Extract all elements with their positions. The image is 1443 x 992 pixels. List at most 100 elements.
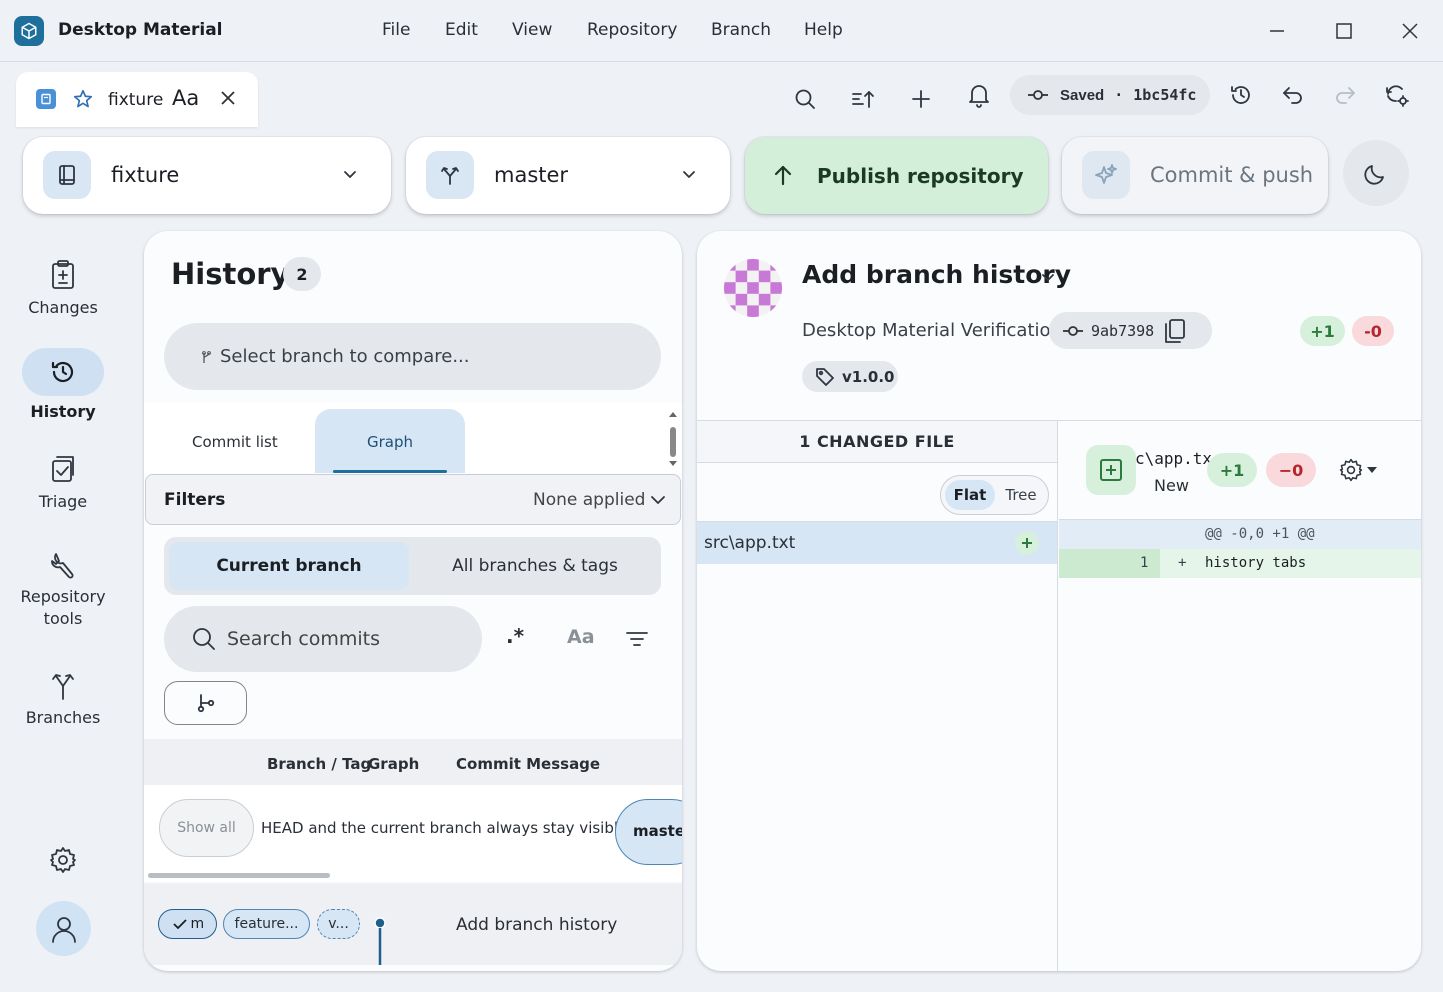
close-tab-icon[interactable] xyxy=(220,90,236,106)
nav-branches-label: Branches xyxy=(25,708,101,727)
app-title: Desktop Material xyxy=(58,20,223,40)
visibility-note: HEAD and the current branch always stay … xyxy=(261,819,633,837)
menu-file[interactable]: File xyxy=(382,20,410,40)
search-icon[interactable] xyxy=(788,82,822,116)
column-commit-message[interactable]: Commit Message xyxy=(456,755,600,773)
branch-selector[interactable]: master xyxy=(406,137,730,214)
nav-repository-tools-label: Repository tools xyxy=(0,586,126,630)
branch-name: master xyxy=(494,163,569,187)
commit-row[interactable]: m feature... v... Add branch history xyxy=(144,883,682,965)
copy-icon[interactable] xyxy=(1162,317,1188,345)
repository-tab[interactable]: fixture Aa xyxy=(16,72,258,127)
publish-label: Publish repository xyxy=(817,164,1024,188)
filter-lines-icon[interactable] xyxy=(625,629,649,649)
title-bar: Desktop Material File Edit View Reposito… xyxy=(0,0,1443,62)
repository-selector[interactable]: fixture xyxy=(23,137,391,214)
nav-history[interactable]: History xyxy=(0,348,126,421)
all-branches-option[interactable]: All branches & tags xyxy=(414,542,656,590)
view-mode-toggle: Flat Tree xyxy=(940,475,1049,515)
menu-branch[interactable]: Branch xyxy=(711,20,771,40)
publish-repository-button[interactable]: Publish repository xyxy=(745,137,1048,214)
ref-chip-tag[interactable]: v... xyxy=(317,909,360,939)
undo-icon[interactable] xyxy=(1276,78,1310,112)
column-branch-tag[interactable]: Branch / Tag xyxy=(267,755,371,773)
app-logo-icon xyxy=(14,16,44,46)
removed-count-badge: -0 xyxy=(1352,316,1394,346)
close-window-button[interactable] xyxy=(1397,18,1423,44)
notifications-bell-icon[interactable] xyxy=(962,78,996,112)
tab-commit-list[interactable]: Commit list xyxy=(192,433,278,451)
sort-upload-icon[interactable] xyxy=(846,82,880,116)
flat-view-option[interactable]: Flat xyxy=(945,480,995,510)
history-clock-icon[interactable] xyxy=(1224,78,1258,112)
account-avatar[interactable] xyxy=(36,901,91,956)
menu-repository[interactable]: Repository xyxy=(587,20,677,40)
case-sensitive-icon[interactable]: Aa xyxy=(172,86,199,110)
gear-icon xyxy=(1339,458,1363,482)
nav-triage[interactable]: Triage xyxy=(0,452,126,511)
menu-view[interactable]: View xyxy=(512,20,552,40)
tabs-scrollbar[interactable] xyxy=(668,409,678,469)
caret-down-icon xyxy=(1367,467,1377,473)
diff-added-badge: +1 xyxy=(1207,453,1257,487)
search-commits-input[interactable]: Search commits xyxy=(164,606,482,672)
graph-node xyxy=(374,917,386,965)
column-graph[interactable]: Graph xyxy=(368,755,419,773)
dark-mode-toggle[interactable] xyxy=(1343,140,1409,206)
menu-help[interactable]: Help xyxy=(804,20,843,40)
added-count-badge: +1 xyxy=(1300,316,1345,346)
commit-sha-pill[interactable]: 9ab7398 xyxy=(1049,312,1212,349)
regex-toggle-icon[interactable]: .* xyxy=(506,624,524,648)
commit-table-header: Branch / Tag Graph Commit Message xyxy=(144,739,682,785)
menu-edit[interactable]: Edit xyxy=(445,20,478,40)
diff-settings-button[interactable] xyxy=(1338,457,1378,483)
tab-graph[interactable]: Graph xyxy=(315,409,465,473)
maximize-button[interactable] xyxy=(1331,18,1357,44)
graph-mode-button[interactable] xyxy=(164,681,247,725)
search-icon xyxy=(193,628,215,650)
nav-repository-tools-line2: tools xyxy=(43,609,83,628)
chevron-down-icon xyxy=(650,492,666,508)
history-settings-icon[interactable] xyxy=(1380,78,1414,112)
ref-chip-feature[interactable]: feature... xyxy=(223,909,310,939)
arrow-up-icon xyxy=(771,163,795,187)
tag-label: v1.0.0 xyxy=(842,367,895,386)
match-case-icon[interactable]: Aa xyxy=(567,626,595,648)
filters-label: Filters xyxy=(164,490,226,510)
current-branch-option[interactable]: Current branch xyxy=(169,542,409,590)
add-icon[interactable] xyxy=(904,82,938,116)
diff-hunk-header: @@ -0,0 +1 @@ xyxy=(1059,520,1421,549)
filters-value: None applied xyxy=(533,490,646,510)
ref-chip-current-label: m xyxy=(190,916,203,932)
file-list-item[interactable]: src\app.txt xyxy=(697,522,1057,564)
wrench-icon xyxy=(0,550,126,582)
commit-icon xyxy=(1028,90,1048,100)
commit-title-chevron-icon[interactable] xyxy=(1040,269,1056,285)
git-branch-icon xyxy=(197,694,214,713)
diff-file-name: c\app.tx xyxy=(1135,449,1213,468)
nav-repository-tools[interactable]: Repository tools xyxy=(0,550,126,630)
separator-dot: · xyxy=(1114,86,1124,104)
horizontal-scrollbar[interactable] xyxy=(148,873,330,878)
tag-chip[interactable]: v1.0.0 xyxy=(802,361,898,392)
saved-commit-sha: 1bc54fc xyxy=(1133,86,1197,104)
saved-label: Saved xyxy=(1060,86,1105,104)
show-all-button: Show all xyxy=(159,799,254,857)
master-branch-chip[interactable]: master xyxy=(615,799,682,865)
minimize-button[interactable] xyxy=(1264,18,1290,44)
saved-status-pill[interactable]: Saved · 1bc54fc xyxy=(1010,75,1210,115)
commit-sha: 9ab7398 xyxy=(1091,321,1155,340)
tree-view-option[interactable]: Tree xyxy=(997,480,1045,510)
visibility-note-row: Show all HEAD and the current branch alw… xyxy=(144,785,682,881)
nav-changes[interactable]: Changes xyxy=(0,258,126,317)
sparkle-icon xyxy=(1082,151,1130,199)
settings-gear-icon[interactable] xyxy=(48,845,78,875)
compare-placeholder: Select branch to compare... xyxy=(220,346,470,367)
star-icon[interactable] xyxy=(72,88,94,110)
filters-bar[interactable]: Filters None applied xyxy=(145,474,681,525)
ref-chip-current[interactable]: m xyxy=(158,909,217,939)
compare-branch-selector[interactable]: Select branch to compare... xyxy=(164,323,661,390)
nav-branches[interactable]: Branches xyxy=(0,668,126,727)
tab-graph-label: Graph xyxy=(366,433,413,451)
nav-repository-tools-line1: Repository xyxy=(20,587,106,606)
